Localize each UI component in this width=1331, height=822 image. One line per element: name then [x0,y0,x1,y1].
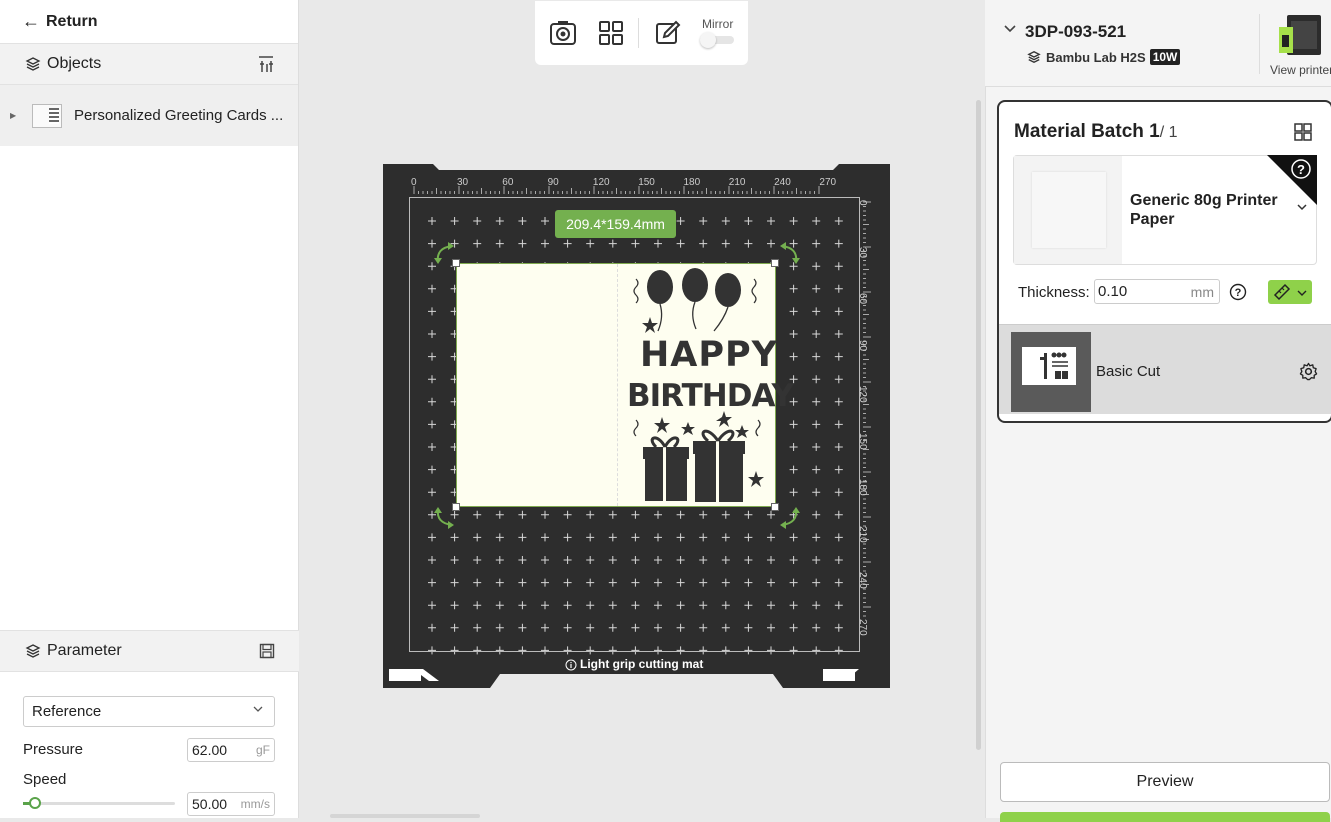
cut-mode-name: Basic Cut [1096,363,1161,380]
rotate-handle-tl-icon[interactable] [432,240,458,266]
batch-title: Material Batch 1/ 1 [1014,121,1178,142]
ruler-icon [1273,283,1291,301]
help-icon[interactable]: ? [1229,283,1247,301]
return-label: Return [46,12,98,30]
toolbar-divider [638,18,639,48]
ruler-top-label: 120 [592,177,610,188]
ruler-right-label: 240 [857,572,868,589]
ruler-right-label: 180 [857,479,868,496]
ruler-right-label: 60 [857,293,868,305]
thickness-label: Thickness: [1018,284,1090,301]
printer-model-name: Bambu Lab H2S [1046,49,1146,65]
send-button[interactable] [1000,812,1330,822]
printer-model: Bambu Lab H2S 10W [1027,49,1181,65]
mirror-toggle[interactable] [700,32,734,48]
speed-value: 50.00 [192,796,228,812]
pressure-input[interactable]: 62.00 gF [187,738,275,762]
speed-label: Speed [23,771,67,788]
ruler-right-label: 120 [857,386,868,403]
chevron-down-icon[interactable] [1003,22,1017,39]
speed-input[interactable]: 50.00 mm/s [187,792,275,816]
ruler-top-label: 240 [774,177,791,188]
speed-slider-thumb[interactable] [29,797,41,809]
expand-triangle-icon[interactable]: ▶ [10,111,32,120]
mirror-label: Mirror [702,17,734,31]
rotate-handle-tr-icon[interactable] [776,240,802,266]
printer-name[interactable]: 3DP-093-521 [1025,22,1126,42]
parameter-header: Parameter [0,630,299,672]
gear-icon[interactable] [1299,362,1318,381]
grid-view-icon[interactable] [1294,123,1312,141]
arrow-left-icon: ← [22,11,40,31]
ruler-right-label: 0 [857,200,868,206]
layers-icon [25,57,41,71]
parameter-title: Parameter [47,642,122,659]
save-icon[interactable] [259,643,275,659]
ruler-top-label: 210 [728,177,746,188]
cut-thumbnail-preview [1022,347,1076,385]
ruler-right-label: 210 [857,525,868,543]
ruler-top-label: 90 [547,177,559,188]
speed-slider-track[interactable] [23,802,175,805]
ruler-top-label: 30 [457,177,469,188]
layers-icon [25,644,41,658]
measure-tool-button[interactable] [1268,280,1312,304]
layers-icon [1027,51,1041,63]
help-corner-icon[interactable]: ? [1267,155,1317,205]
rotate-handle-br-icon[interactable] [776,505,802,531]
reference-value: Reference [32,703,102,720]
printer-image[interactable] [1279,13,1323,57]
card-text-birthday: BIRTHDAY [627,378,794,414]
printer-divider [1259,14,1260,74]
info-icon [565,659,577,671]
chevron-down-icon [1297,290,1307,296]
pressure-unit: gF [255,743,270,757]
thickness-unit: mm [1190,283,1214,300]
camera-icon[interactable] [548,18,578,48]
printer-model-badge: 10W [1149,49,1181,65]
ruler-right-label: 270 [857,618,868,636]
object-thumbnail [32,103,62,128]
reference-select[interactable]: Reference [23,696,275,727]
ruler-right-label: 30 [857,246,868,258]
canvas-scrollbar[interactable] [976,100,981,750]
ruler-top-label: 150 [638,177,655,188]
mat-label: Light grip cutting mat [580,657,704,671]
object-name: Personalized Greeting Cards ... [74,107,284,124]
speed-unit: mm/s [240,797,270,811]
svg-text:?: ? [1297,162,1305,177]
ruler-top-label: 60 [502,177,514,188]
pressure-label: Pressure [23,741,84,758]
objects-title: Objects [47,55,102,72]
ruler-top-label: 0 [411,177,417,188]
ruler-right-label: 90 [857,339,868,351]
rotate-handle-bl-icon[interactable] [432,505,458,531]
ruler-top-label: 180 [683,177,701,188]
material-name: Generic 80g Printer Paper [1130,192,1278,228]
thickness-value: 0.10 [1098,283,1128,300]
objects-header: Objects [0,44,298,85]
pressure-value: 62.00 [192,742,228,758]
edit-icon[interactable] [653,18,683,48]
ruler-right-label: 150 [857,432,868,450]
canvas-horizontal-scrollbar[interactable] [330,814,480,818]
batch-count: / 1 [1159,124,1178,141]
ruler-top-label: 270 [819,177,837,188]
sort-icon[interactable] [258,55,274,73]
preview-button[interactable]: Preview [1000,762,1330,802]
view-printer-link[interactable]: View printer [1270,63,1331,77]
chevron-down-icon [252,703,264,718]
card-text-happy: HAPPY [640,335,779,375]
material-swatch [1014,156,1122,264]
dimension-badge: 209.4*159.4mm [555,210,676,238]
arrange-grid-icon[interactable] [596,18,626,48]
svg-text:?: ? [1235,287,1242,299]
object-list-item[interactable]: ▶ Personalized Greeting Cards ... [0,85,298,146]
return-button[interactable]: ← Return [0,0,298,44]
thickness-input[interactable]: 0.10 mm [1094,279,1220,304]
